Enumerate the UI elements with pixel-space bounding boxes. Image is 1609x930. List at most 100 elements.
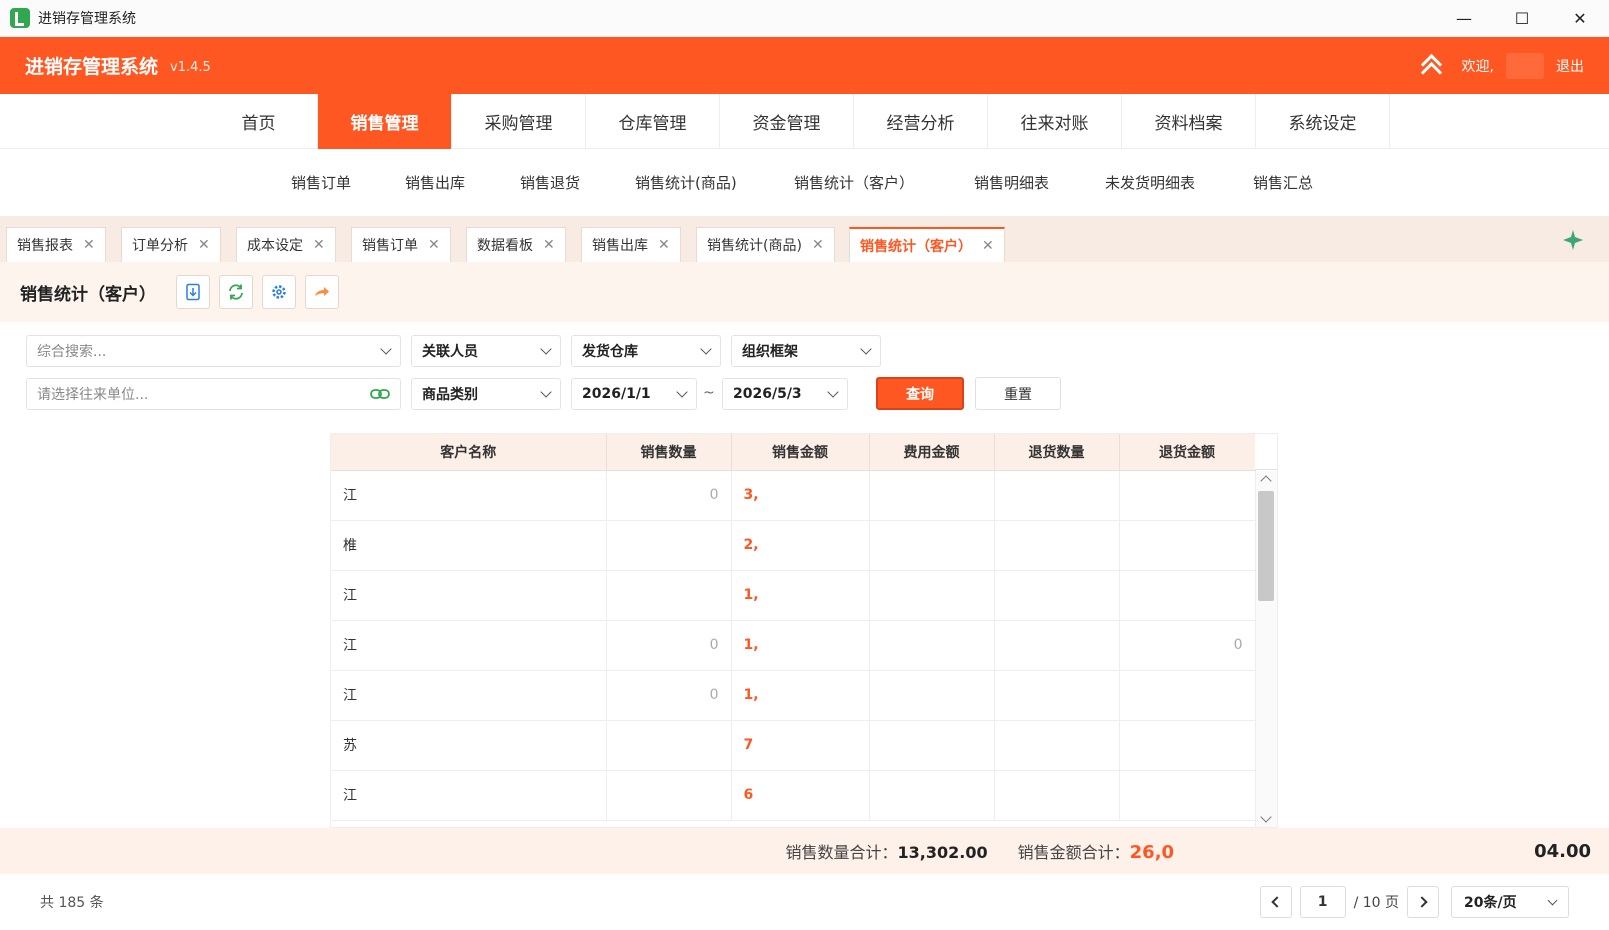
tab-sales-order[interactable]: 销售订单 ✕	[351, 227, 451, 262]
tab-order-analysis[interactable]: 订单分析 ✕	[121, 227, 221, 262]
page-size-select[interactable]: 20条/页	[1451, 886, 1569, 918]
table-row[interactable]: 江 0 1,	[331, 670, 1256, 721]
column-header-fee[interactable]: 费用金额	[869, 434, 995, 471]
column-header-return-qty[interactable]: 退货数量	[994, 434, 1120, 471]
tab-stats-customer[interactable]: 销售统计（客户） ✕	[849, 227, 1005, 262]
page-number-input[interactable]: 1	[1299, 886, 1346, 918]
chevron-down-icon	[676, 386, 688, 398]
collapse-header-icon[interactable]	[1418, 53, 1444, 79]
close-icon[interactable]: ✕	[543, 237, 555, 253]
close-icon[interactable]: ✕	[812, 237, 824, 253]
page-header: 销售统计（客户）	[0, 262, 1609, 322]
sub-nav-stats-product[interactable]: 销售统计(商品)	[635, 172, 737, 193]
table-row[interactable]: 江 0 1, 0	[331, 620, 1256, 671]
tab-sales-outbound[interactable]: 销售出库 ✕	[581, 227, 681, 262]
close-window-button[interactable]: ✕	[1551, 0, 1609, 36]
column-header-qty[interactable]: 销售数量	[606, 434, 732, 471]
tab-stats-product[interactable]: 销售统计(商品) ✕	[696, 227, 835, 262]
export-button[interactable]	[176, 275, 210, 309]
tab-dashboard[interactable]: 数据看板 ✕	[466, 227, 566, 262]
reset-button[interactable]: 重置	[975, 377, 1061, 410]
minimize-button[interactable]: —	[1435, 0, 1493, 36]
cell-amount: 1,	[731, 620, 870, 671]
logout-link[interactable]: 退出	[1556, 56, 1584, 76]
prev-page-button[interactable]	[1259, 886, 1292, 918]
sub-nav-stats-customer[interactable]: 销售统计（客户）	[794, 172, 914, 193]
scroll-thumb[interactable]	[1258, 491, 1274, 601]
main-nav-settings[interactable]: 系统设定	[1256, 94, 1390, 149]
partner-placeholder: 请选择往来单位...	[37, 387, 149, 403]
cell-amount: 2,	[731, 520, 870, 571]
chevron-down-icon	[700, 343, 712, 355]
cell-amount: 1,	[731, 670, 870, 721]
sub-nav-unshipped-detail[interactable]: 未发货明细表	[1105, 172, 1195, 193]
page-title: 销售统计（客户）	[20, 284, 156, 305]
related-person-select[interactable]: 关联人员	[411, 335, 561, 367]
product-category-select[interactable]: 商品类别	[411, 378, 561, 410]
table-scrollbar[interactable]	[1255, 471, 1277, 827]
next-page-button[interactable]	[1407, 886, 1439, 918]
sub-nav-sales-order[interactable]: 销售订单	[291, 172, 351, 193]
maximize-button[interactable]: ☐	[1493, 0, 1551, 36]
org-select[interactable]: 组织框架	[731, 335, 881, 367]
table-row[interactable]: 江 6	[331, 770, 1256, 821]
table-row[interactable]: 江 0 3,	[331, 470, 1256, 521]
close-icon[interactable]: ✕	[313, 237, 325, 253]
org-label: 组织框架	[742, 344, 798, 360]
sub-nav-sales-summary[interactable]: 销售汇总	[1253, 172, 1313, 193]
table-row[interactable]: 江 1,	[331, 570, 1256, 621]
chevron-down-icon	[860, 343, 872, 355]
sub-nav-sales-outbound[interactable]: 销售出库	[405, 172, 465, 193]
table-row[interactable]: 椎 2,	[331, 520, 1256, 571]
forward-arrow-icon	[315, 287, 329, 296]
close-icon[interactable]: ✕	[428, 237, 440, 253]
pin-icon[interactable]	[1561, 228, 1585, 252]
date-from-picker[interactable]: 2026/1/1	[571, 378, 697, 410]
window-titlebar: 进销存管理系统 — ☐ ✕	[0, 0, 1609, 37]
column-header-amount[interactable]: 销售金额	[731, 434, 870, 471]
share-button[interactable]	[305, 275, 339, 309]
header-right: 欢迎, 退出	[1418, 52, 1584, 79]
sum-qty: 销售数量合计：13,302.00	[786, 839, 988, 863]
main-nav-warehouse[interactable]: 仓库管理	[586, 94, 720, 149]
date-to-picker[interactable]: 2026/5/3	[722, 378, 848, 410]
customer-stats-table: 客户名称 销售数量 销售金额 费用金额 退货数量 退货金额 江 0 3, 椎 2…	[330, 433, 1278, 828]
main-nav-sales[interactable]: 销售管理	[318, 94, 452, 149]
tab-sales-report[interactable]: 销售报表 ✕	[6, 227, 106, 262]
close-icon[interactable]: ✕	[982, 238, 994, 254]
sub-nav-sales-return[interactable]: 销售退货	[520, 172, 580, 193]
cell-fee	[869, 470, 995, 521]
warehouse-select[interactable]: 发货仓库	[571, 335, 721, 367]
cell-fee	[869, 670, 995, 721]
column-header-customer[interactable]: 客户名称	[331, 434, 607, 471]
table-header-row: 客户名称 销售数量 销售金额 费用金额 退货数量 退货金额	[331, 434, 1256, 471]
cell-return-qty	[994, 570, 1120, 621]
sub-nav-sales-detail[interactable]: 销售明细表	[974, 172, 1049, 193]
refresh-button[interactable]	[219, 275, 253, 309]
sum-qty-value: 13,302.00	[897, 843, 988, 862]
close-icon[interactable]: ✕	[658, 237, 670, 253]
main-nav-funds[interactable]: 资金管理	[720, 94, 854, 149]
tab-cost-setting[interactable]: 成本设定 ✕	[236, 227, 336, 262]
link-icon[interactable]	[370, 387, 390, 401]
cell-qty	[606, 770, 732, 821]
partner-picker[interactable]: 请选择往来单位...	[26, 378, 401, 410]
column-header-return-amount[interactable]: 退货金额	[1119, 434, 1256, 471]
table-row[interactable]: 苏 7	[331, 720, 1256, 771]
chevron-left-icon	[1271, 896, 1283, 908]
main-nav-archives[interactable]: 资料档案	[1122, 94, 1256, 149]
related-person-label: 关联人员	[422, 344, 478, 360]
main-nav-reconcile[interactable]: 往来对账	[988, 94, 1122, 149]
scroll-up-icon[interactable]	[1260, 475, 1272, 487]
main-nav-home[interactable]: 首页	[200, 94, 318, 149]
search-dropdown[interactable]: 综合搜索...	[26, 335, 401, 367]
close-icon[interactable]: ✕	[198, 237, 210, 253]
cell-return-qty	[994, 470, 1120, 521]
main-nav-analysis[interactable]: 经营分析	[854, 94, 988, 149]
query-button[interactable]: 查询	[876, 377, 964, 410]
settings-button[interactable]	[262, 275, 296, 309]
scroll-down-icon[interactable]	[1260, 811, 1272, 823]
close-icon[interactable]: ✕	[83, 237, 95, 253]
tab-label: 销售出库	[592, 238, 648, 254]
main-nav-purchase[interactable]: 采购管理	[452, 94, 586, 149]
